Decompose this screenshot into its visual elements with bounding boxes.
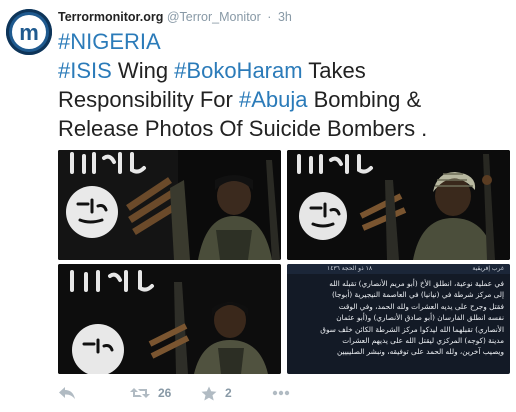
hashtag-isis[interactable]: #ISIS	[58, 58, 112, 83]
more-button[interactable]	[272, 383, 290, 403]
tweet-text-line: #ISIS Wing #BokoHaram Takes	[58, 56, 508, 85]
favorite-count: 2	[225, 386, 232, 400]
media-grid: ١٨ ذو الحجة ١٤٣٦ غرب إفريقية في عملية نو…	[58, 150, 510, 374]
photo-3-image	[58, 264, 281, 374]
retweet-icon	[130, 388, 150, 398]
tweet-text-line: #NIGERIA	[58, 27, 508, 56]
statement-title: غرب إفريقية	[472, 265, 504, 272]
statement-date: ١٨ ذو الحجة ١٤٣٦	[327, 265, 373, 272]
statement-line: فقتل وجرح على يديه العشرات ولله الحمد، و…	[338, 301, 504, 311]
tweet-text-segment: Takes	[302, 58, 366, 83]
statement-line: الأنصاري) تقبلهما الله ليدكوا مركز الشرط…	[320, 324, 504, 334]
avatar-logo-icon: m	[12, 15, 46, 49]
reply-button[interactable]	[58, 383, 76, 403]
media-photo-3[interactable]	[58, 264, 281, 374]
tweet-text-segment: Release Photos Of Suicide Bombers .	[58, 116, 428, 141]
avatar[interactable]: m	[6, 9, 52, 55]
hashtag-nigeria[interactable]: #NIGERIA	[58, 29, 161, 54]
photo-2-image	[287, 150, 510, 260]
tweet-text-line: Responsibility For #Abuja Bombing &	[58, 85, 508, 114]
timestamp[interactable]: 3h	[278, 10, 292, 24]
media-photo-1[interactable]	[58, 150, 281, 260]
statement-line: مدينة (كوجه) المركزي ليقتل الله على يديه…	[342, 336, 504, 346]
more-icon	[272, 390, 290, 396]
header-separator: ·	[267, 10, 272, 24]
photo-1-image	[58, 150, 281, 260]
statement-line: ويصيب آخرين، ولله الحمد على توفيقه، ونبش…	[336, 347, 504, 357]
favorite-icon	[201, 386, 217, 400]
retweet-button[interactable]: 26	[130, 383, 171, 403]
tweet-card[interactable]: m Terrormonitor.org @Terror_Monitor · 3h…	[0, 0, 516, 412]
favorite-button[interactable]: 2	[201, 383, 232, 403]
tweet-text-segment: Wing	[111, 58, 175, 83]
reply-icon	[59, 387, 75, 399]
hashtag-abuja[interactable]: #Abuja	[239, 87, 308, 112]
statement-line: إلى مركز شرطة في (نيانيا) في العاصمة الن…	[331, 290, 504, 300]
tweet-text-line: Release Photos Of Suicide Bombers .	[58, 114, 508, 143]
retweet-count: 26	[158, 386, 172, 400]
media-photo-2[interactable]	[287, 150, 510, 260]
tweet-text-segment: Responsibility For	[58, 87, 239, 112]
statement-line: نفسه انطلق الفارسان (أبو صادق الأنصاري) …	[336, 313, 504, 323]
tweet-text: #NIGERIA #ISIS Wing #BokoHaram Takes Res…	[58, 27, 508, 143]
avatar-letter: m	[19, 20, 39, 45]
statement-line: في عملية نوعية، انطلق الأخ (أبو مريم الأ…	[329, 279, 504, 288]
author-name[interactable]: Terrormonitor.org	[58, 10, 163, 24]
hashtag-bokoharam[interactable]: #BokoHaram	[174, 58, 302, 83]
media-photo-statement[interactable]: ١٨ ذو الحجة ١٤٣٦ غرب إفريقية في عملية نو…	[287, 264, 510, 374]
tweet-actions: 26 2	[58, 383, 358, 403]
tweet-text-segment: Bombing &	[307, 87, 422, 112]
tweet-header: Terrormonitor.org @Terror_Monitor · 3h	[58, 9, 292, 27]
author-handle[interactable]: @Terror_Monitor	[167, 10, 261, 24]
statement-body: في عملية نوعية، انطلق الأخ (أبو مريم الأ…	[293, 278, 504, 358]
